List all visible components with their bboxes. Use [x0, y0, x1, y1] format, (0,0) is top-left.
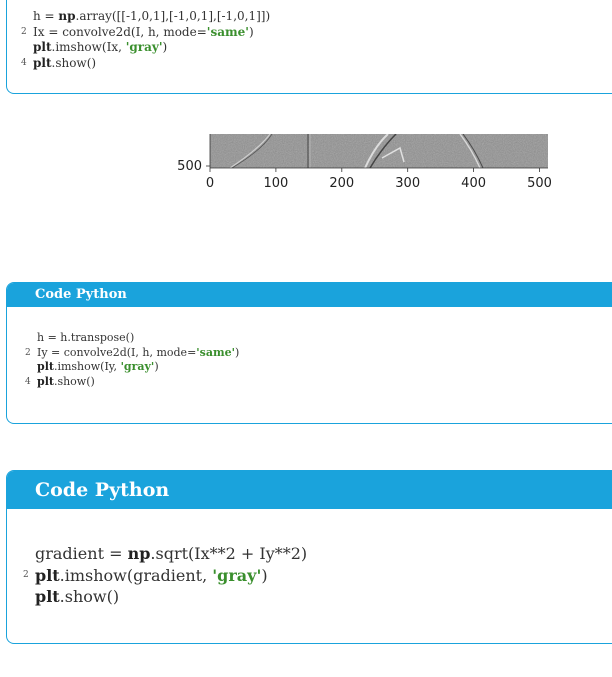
code-text: ) [235, 345, 240, 359]
line-number: 4 [25, 376, 31, 387]
code-text: ) [154, 360, 159, 373]
code-string: 'gray' [125, 40, 163, 55]
code-keyword: plt [35, 587, 60, 606]
code-text: .array([[-1,0,1],[-1,0,1],[-1,0,1]]) [75, 9, 271, 23]
code-block-1: h = np.array([[-1,0,1],[-1,0,1],[-1,0,1]… [6, 0, 612, 94]
code-text: ) [248, 24, 254, 39]
code-block-3: Code Python gradient = np.sqrt(Ix**2 + I… [6, 470, 612, 644]
x-tick-label: 300 [395, 176, 420, 191]
code-line: 2 Iy = convolve2d(I, h, mode='same') [25, 345, 240, 361]
code-listing: h = np.array([[-1,0,1],[-1,0,1],[-1,0,1]… [21, 9, 270, 72]
code-keyword: plt [35, 565, 60, 585]
code-text: ) [261, 565, 268, 585]
code-line: plt.show() [35, 586, 307, 608]
code-block-title: Code Python [7, 283, 612, 307]
code-keyword: np [58, 9, 76, 23]
code-keyword: np [127, 544, 151, 563]
line-number: 4 [21, 57, 27, 68]
image-strip [210, 134, 548, 168]
code-string: 'gray' [212, 565, 262, 585]
code-text: gradient = [35, 544, 128, 563]
gradient-x-image-plot: 500 0 100 200 300 400 500 [177, 134, 552, 191]
x-tick-label: 100 [263, 176, 288, 191]
x-tick-label: 400 [461, 176, 486, 191]
x-tick-label: 200 [329, 176, 354, 191]
code-text: .show() [51, 55, 97, 70]
code-block-2: Code Python h = h.transpose() 2 Iy = convo… [6, 282, 612, 424]
code-keyword: plt [37, 360, 54, 373]
x-tick-label: 500 [527, 176, 552, 191]
code-line: h = h.transpose() [37, 331, 239, 346]
code-text: h = [33, 9, 59, 23]
code-keyword: plt [33, 55, 52, 70]
x-tick-label: 0 [206, 176, 214, 191]
code-text: .show() [59, 587, 120, 606]
code-keyword: plt [33, 40, 52, 55]
code-line: plt.imshow(Iy, 'gray') [37, 360, 239, 375]
code-line: h = np.array([[-1,0,1],[-1,0,1],[-1,0,1]… [33, 9, 270, 25]
code-text: .sqrt(Ix**2 + Iy**2) [150, 544, 308, 563]
code-text: Ix = convolve2d(I, h, mode= [33, 24, 207, 39]
code-line: 4 plt.show() [21, 55, 270, 72]
code-string: 'gray' [120, 360, 155, 373]
code-text: h = h.transpose() [37, 331, 135, 344]
code-text: ) [162, 40, 168, 55]
code-keyword: plt [37, 374, 54, 388]
code-text: Iy = convolve2d(I, h, mode= [37, 345, 197, 359]
code-listing: gradient = np.sqrt(Ix**2 + Iy**2) 2 plt.im… [23, 543, 307, 608]
line-number: 2 [25, 347, 31, 358]
code-text: .show() [53, 374, 95, 388]
code-line: gradient = np.sqrt(Ix**2 + Iy**2) [35, 543, 307, 565]
code-line: plt.imshow(Ix, 'gray') [33, 40, 270, 56]
code-line: 4 plt.show() [25, 374, 239, 390]
y-tick-label: 500 [177, 159, 202, 174]
code-listing: h = h.transpose() 2 Iy = convolve2d(I, h, … [25, 331, 240, 390]
code-string: 'same' [206, 24, 249, 39]
code-block-title: Code Python [7, 471, 612, 509]
code-string: 'same' [196, 345, 235, 359]
line-number: 2 [21, 26, 27, 37]
code-line: 2 plt.imshow(gradient, 'gray') [23, 565, 307, 587]
code-text: .imshow(gradient, [59, 565, 213, 585]
code-line: 2 Ix = convolve2d(I, h, mode='same') [21, 24, 270, 41]
code-text: .imshow(Ix, [51, 40, 126, 55]
code-text: .imshow(Iy, [53, 360, 121, 373]
line-number: 2 [23, 569, 29, 580]
